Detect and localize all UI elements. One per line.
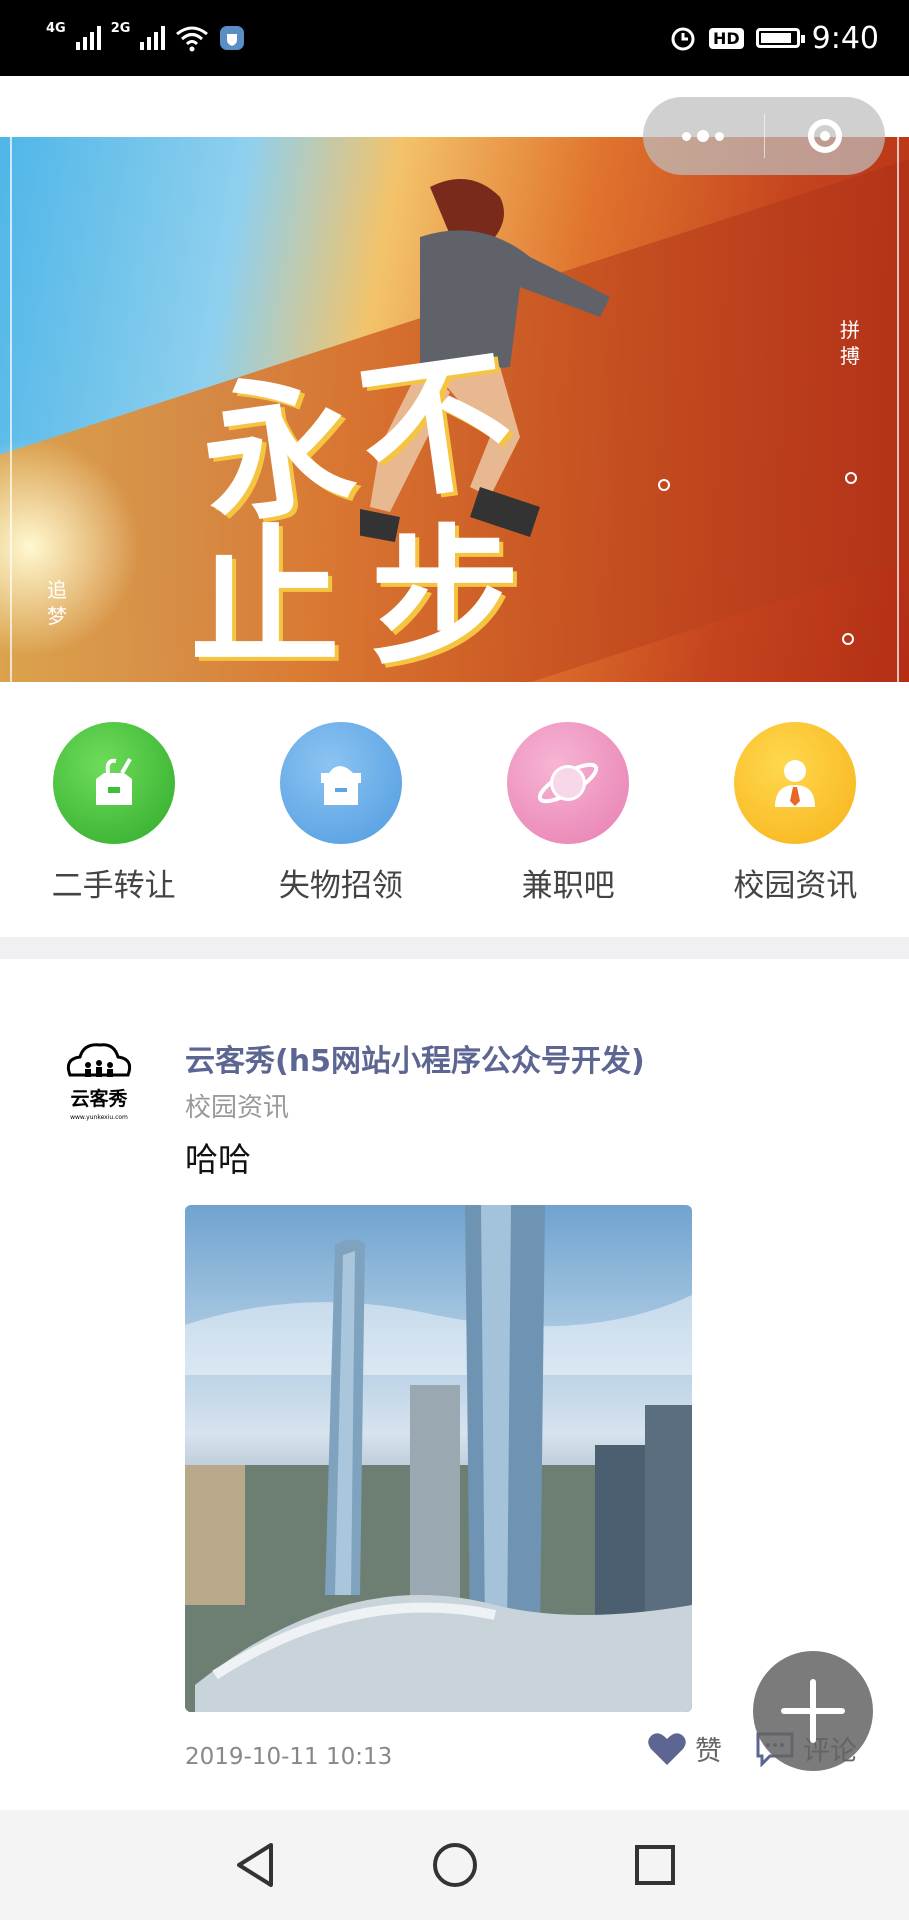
post-content: 哈哈 [185, 1140, 251, 1179]
category-parttime[interactable]: 兼职吧 [468, 700, 668, 930]
section-divider [0, 937, 909, 959]
category-lost-found[interactable]: 失物招领 [241, 700, 441, 930]
back-button[interactable] [225, 1835, 285, 1895]
category-label: 二手转让 [51, 868, 176, 904]
banner-tag-left: 追梦 [47, 578, 67, 628]
category-label: 校园资讯 [733, 868, 858, 904]
hd-badge: HD [708, 27, 744, 49]
category-secondhand[interactable]: 二手转让 [14, 700, 214, 930]
recents-square-icon [634, 1845, 675, 1885]
home-circle-icon [432, 1843, 477, 1887]
signal-icon-2 [140, 26, 166, 50]
person-icon [734, 722, 857, 844]
back-triangle-icon [236, 1843, 273, 1887]
category-label: 兼职吧 [521, 868, 615, 904]
banner-carousel[interactable]: 永不 止步 拼搏 追梦 [0, 137, 909, 682]
network-type-label: 4G [46, 20, 66, 36]
banner-decor-dot [658, 479, 670, 491]
category-campus-news[interactable]: 校园资讯 [695, 700, 895, 930]
close-miniprogram-button[interactable] [765, 119, 886, 153]
system-nav-bar [0, 1810, 909, 1920]
battery-icon [755, 28, 805, 48]
category-grid: 二手转让 失物招领 兼职吧 校园资讯 [0, 700, 909, 930]
banner-frame-line-left [10, 137, 12, 682]
status-right-group: HD 9:40 [669, 18, 879, 58]
like-label: 赞 [695, 1736, 722, 1767]
avatar[interactable]: 云客秀 www.yunkexiu.com [58, 1039, 140, 1125]
clock: 9:40 [811, 20, 879, 56]
banner-frame-line-right [897, 137, 899, 682]
category-label: 失物招领 [278, 868, 403, 904]
planet-icon [507, 722, 630, 844]
banner-slogan-line2: 止步 [190, 510, 551, 682]
home-button[interactable] [425, 1835, 485, 1895]
add-post-button[interactable] [753, 1651, 873, 1771]
banner-tag-right: 拼搏 [840, 318, 860, 368]
signal-group: 4G 2G [46, 18, 245, 58]
shield-app-icon [220, 26, 245, 50]
miniprogram-capsule [643, 97, 885, 175]
like-button[interactable]: 赞 [647, 1729, 722, 1768]
avatar-logo-text: 云客秀 [70, 1087, 128, 1110]
plus-icon [781, 1679, 845, 1743]
heart-icon [648, 1732, 686, 1765]
wifi-icon [176, 26, 209, 52]
box-icon [279, 722, 402, 844]
banner-decor-dot [845, 472, 857, 484]
post-timestamp: 2019-10-11 10:13 [185, 1744, 393, 1770]
alarm-icon [671, 27, 695, 51]
post-category: 校园资讯 [185, 1093, 290, 1123]
network-type-label-2: 2G [110, 20, 131, 36]
post-image[interactable] [185, 1205, 692, 1712]
status-bar: 4G 2G HD 9:40 [0, 0, 909, 76]
more-options-icon[interactable] [643, 130, 764, 142]
shopping-bag-icon [52, 722, 175, 844]
signal-icon [75, 26, 101, 50]
avatar-logo-url: www.yunkexiu.com [70, 1114, 128, 1121]
post-author[interactable]: 云客秀(h5网站小程序公众号开发) [185, 1036, 645, 1080]
recents-button[interactable] [625, 1835, 685, 1895]
banner-decor-dot [842, 633, 854, 645]
close-ring-icon [807, 119, 842, 153]
